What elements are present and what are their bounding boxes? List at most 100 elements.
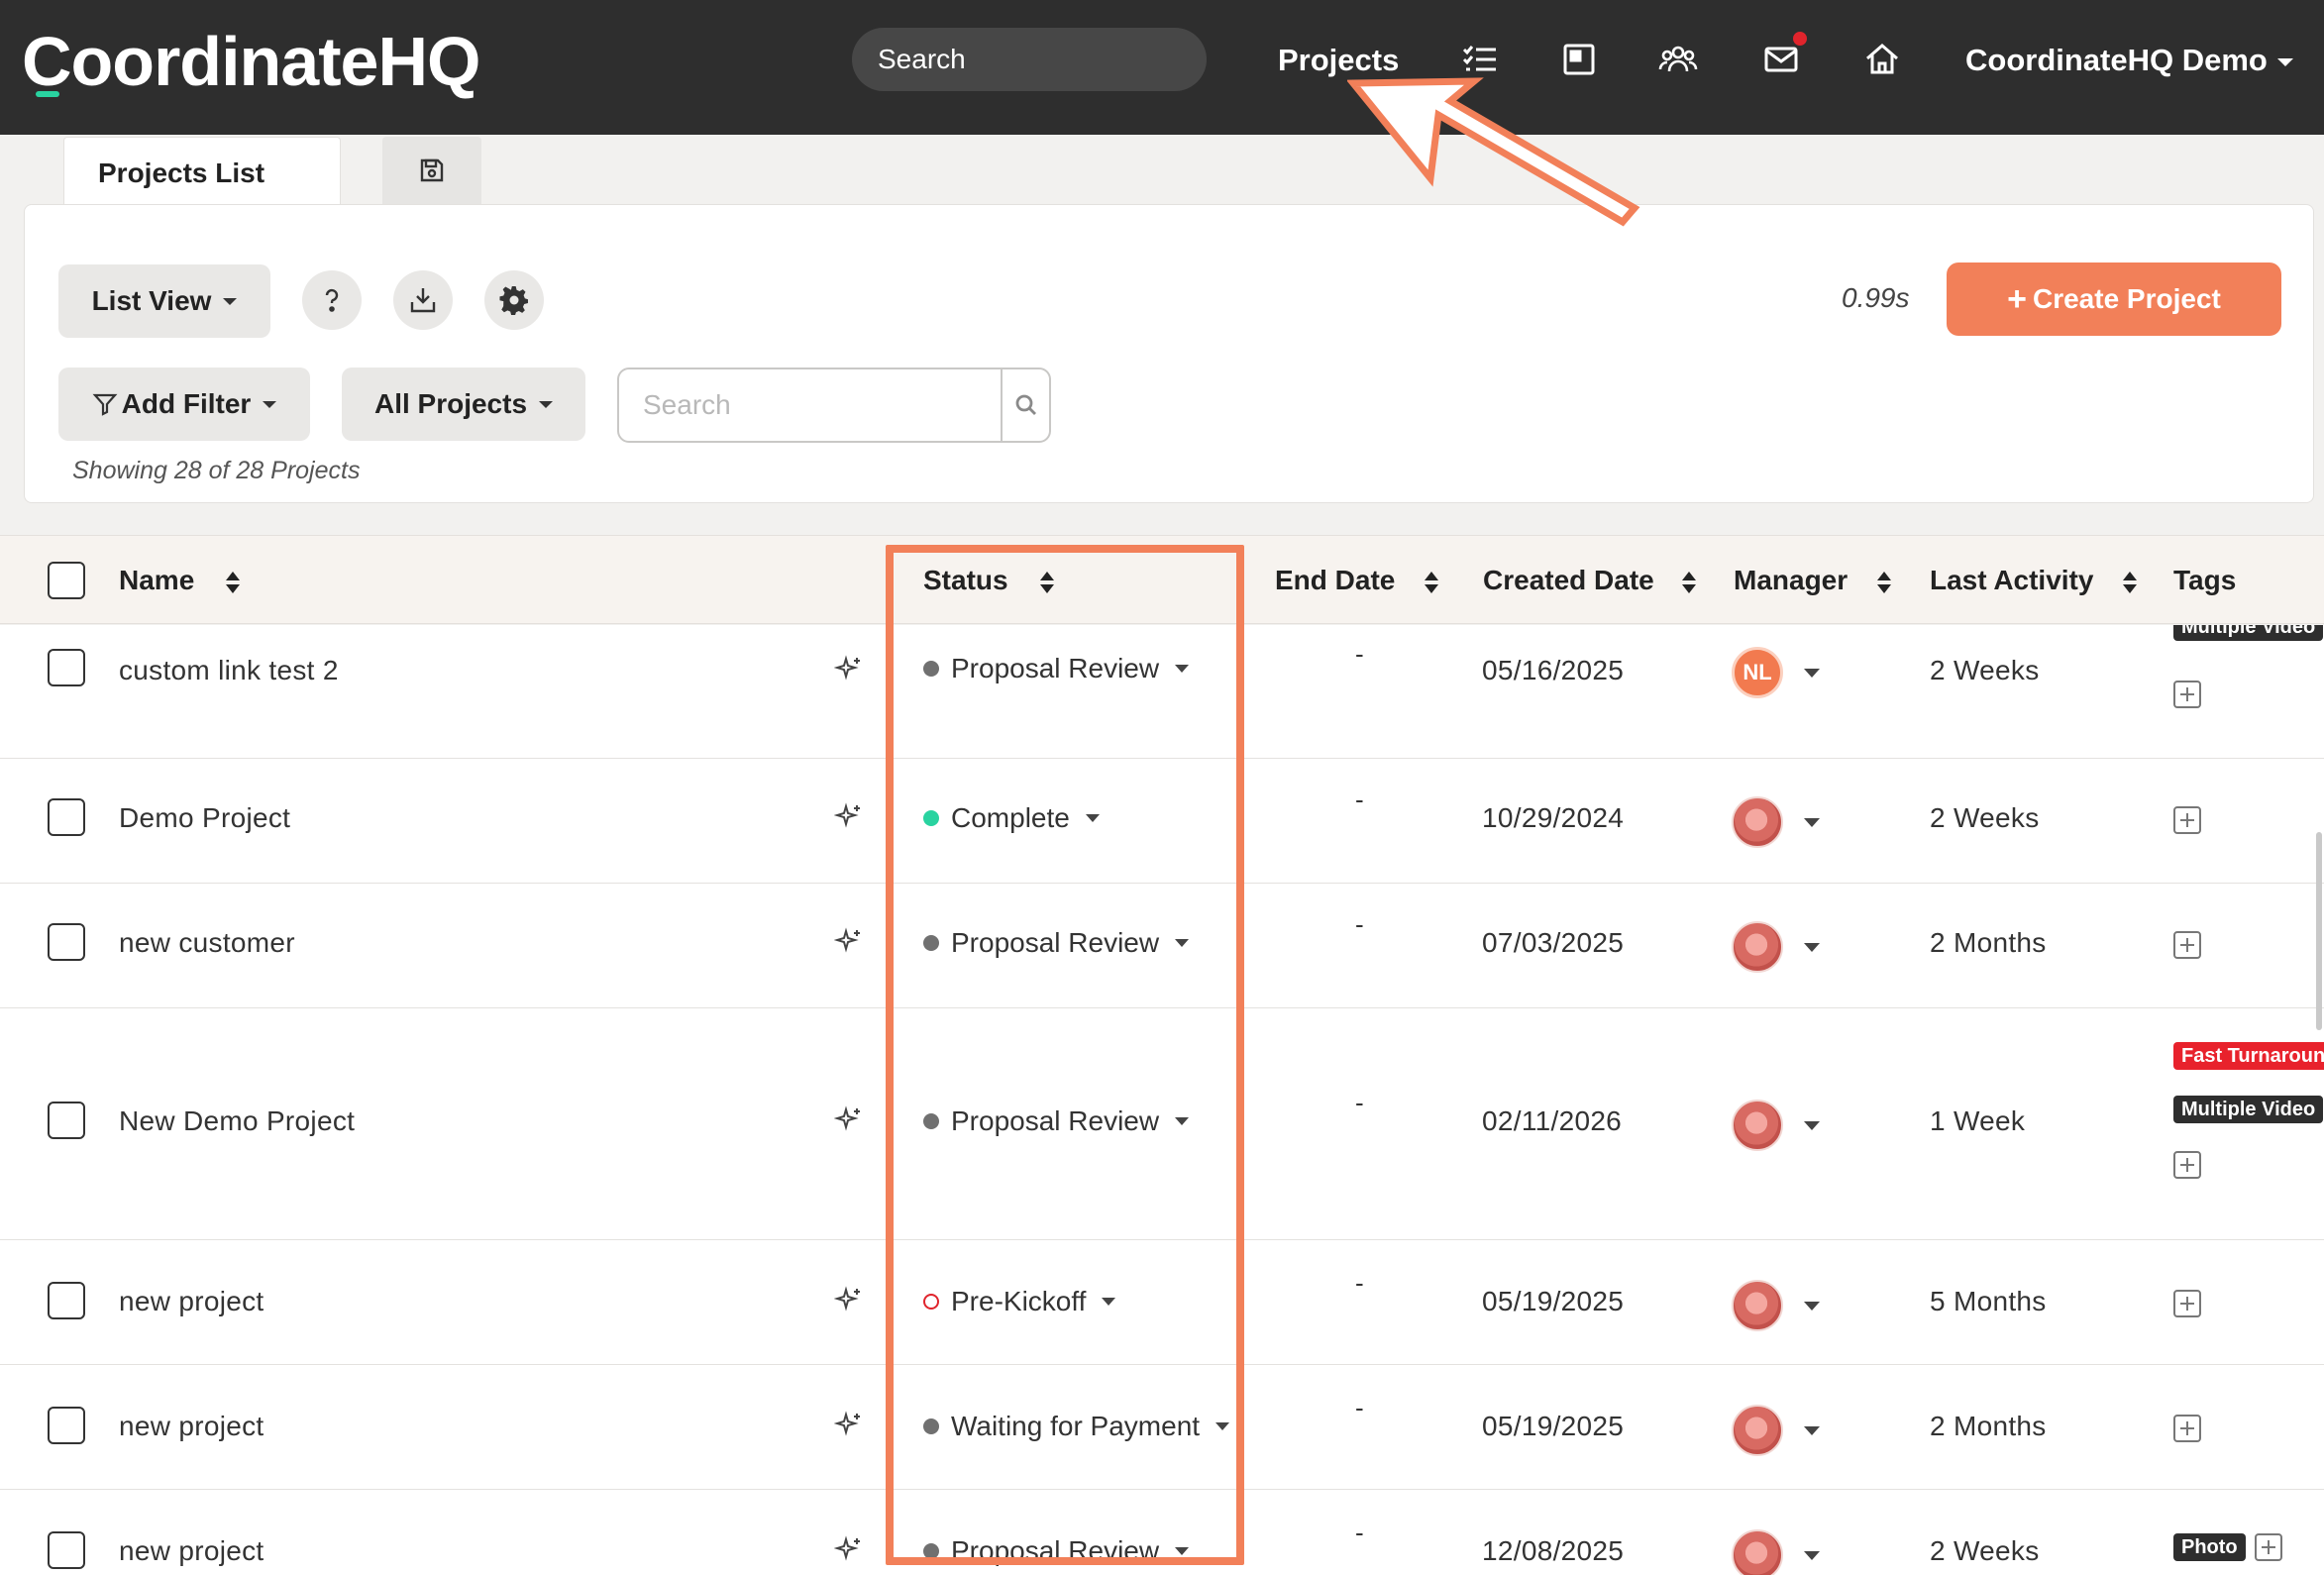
tab-projects-list[interactable]: Projects List [63,137,341,208]
chevron-down-icon[interactable] [1804,1302,1820,1311]
sparkle-icon[interactable] [834,1105,864,1135]
column-header-manager[interactable]: Manager [1734,536,1892,625]
list-view-dropdown[interactable]: List View [58,264,270,338]
row-checkbox[interactable] [48,1282,85,1319]
all-projects-dropdown[interactable]: All Projects [342,368,585,441]
table-row[interactable]: New Demo Project Proposal Review - 02/11… [0,1008,2324,1240]
avatar[interactable] [1732,1100,1783,1151]
sparkle-icon[interactable] [834,1411,864,1440]
nav-projects-link[interactable]: Projects [1278,38,1399,83]
table-row[interactable]: new project Pre-Kickoff - 05/19/2025 5 M… [0,1240,2324,1365]
avatar[interactable] [1732,796,1783,848]
project-name[interactable]: new project [119,1286,264,1317]
status-dropdown[interactable]: Complete [923,802,1100,834]
row-checkbox[interactable] [48,923,85,961]
sort-icon [1681,571,1696,593]
home-icon[interactable] [1862,40,1902,79]
board-icon[interactable] [1559,40,1599,79]
project-name[interactable]: new project [119,1535,264,1567]
end-date: - [1355,1088,1364,1117]
export-button[interactable] [393,270,453,330]
add-tag-icon[interactable] [2173,806,2201,834]
project-name[interactable]: New Demo Project [119,1105,355,1137]
chevron-down-icon[interactable] [1804,1551,1820,1560]
column-header-end-date[interactable]: End Date [1275,536,1439,625]
tab-saved-views[interactable] [382,137,481,204]
help-button[interactable] [302,270,362,330]
chevron-down-icon[interactable] [1804,818,1820,827]
sort-icon [1877,571,1892,593]
tag-badge[interactable]: Fast Turnaround [2173,1042,2324,1070]
last-activity: 2 Months [1930,927,2047,958]
column-header-status[interactable]: Status [923,536,1054,625]
status-dropdown[interactable]: Waiting for Payment [923,1411,1230,1442]
chevron-down-icon[interactable] [1804,943,1820,952]
row-checkbox[interactable] [48,649,85,686]
add-tag-icon[interactable] [2173,1151,2201,1179]
table-row[interactable]: new project Waiting for Payment - 05/19/… [0,1365,2324,1490]
add-tag-icon[interactable] [2173,1415,2201,1442]
avatar[interactable] [1732,921,1783,973]
status-label: Proposal Review [951,653,1160,683]
column-label: Status [923,565,1008,595]
table-row[interactable]: custom link test 2 Proposal Review - 05/… [0,625,2324,759]
row-checkbox[interactable] [48,1531,85,1569]
avatar[interactable] [1732,1405,1783,1456]
tag-badge[interactable]: Photo [2173,1533,2246,1561]
row-checkbox[interactable] [48,1102,85,1139]
sparkle-icon[interactable] [834,655,864,684]
avatar[interactable] [1732,1529,1783,1575]
status-dropdown[interactable]: Pre-Kickoff [923,1286,1116,1317]
table-row[interactable]: new customer Proposal Review - 07/03/202… [0,884,2324,1008]
chevron-down-icon[interactable] [1804,1121,1820,1130]
sparkle-icon[interactable] [834,1286,864,1315]
add-tag-icon[interactable] [2173,1290,2201,1317]
app-logo[interactable]: CoordinateHQ [22,22,480,101]
vertical-scrollbar[interactable] [2316,832,2322,1030]
chevron-down-icon [1175,1117,1190,1125]
row-checkbox[interactable] [48,1407,85,1444]
sparkle-icon[interactable] [834,802,864,832]
settings-button[interactable] [484,270,544,330]
table-row[interactable]: new project Proposal Review - 12/08/2025… [0,1490,2324,1575]
chevron-down-icon[interactable] [1804,669,1820,678]
gear-icon [499,285,528,315]
avatar[interactable]: NL [1732,647,1783,698]
table-row[interactable]: Demo Project Complete - 10/29/2024 2 Wee… [0,759,2324,884]
status-dropdown[interactable]: Proposal Review [923,927,1190,959]
sparkle-icon[interactable] [834,1535,864,1565]
row-checkbox[interactable] [48,798,85,836]
column-header-tags[interactable]: Tags [2173,536,2236,625]
project-search-input[interactable] [619,369,1001,441]
avatar[interactable] [1732,1280,1783,1331]
status-dropdown[interactable]: Proposal Review [923,1535,1190,1567]
sort-icon [1425,571,1439,593]
sparkle-icon[interactable] [834,927,864,957]
chevron-down-icon[interactable] [1804,1426,1820,1435]
global-search-input[interactable]: Search [852,28,1207,91]
tag-badge[interactable]: Multiple Video [2173,1096,2324,1123]
status-label: Proposal Review [951,1105,1160,1136]
team-icon[interactable] [1658,40,1698,79]
tag-badge[interactable]: Multiple Video [2173,625,2324,641]
column-header-last-activity[interactable]: Last Activity [1930,536,2138,625]
project-search-button[interactable] [1001,369,1049,441]
column-header-created-date[interactable]: Created Date [1483,536,1696,625]
add-tag-icon[interactable] [2255,1533,2282,1561]
project-name[interactable]: new project [119,1411,264,1442]
add-filter-button[interactable]: Add Filter [58,368,310,441]
add-tag-icon[interactable] [2173,931,2201,959]
tasks-icon[interactable] [1460,40,1500,79]
select-all-checkbox[interactable] [48,562,85,599]
create-project-button[interactable]: + Create Project [1947,262,2281,336]
project-name[interactable]: custom link test 2 [119,655,339,686]
last-activity: 2 Weeks [1930,655,2040,685]
last-activity: 2 Weeks [1930,802,2040,833]
account-menu[interactable]: CoordinateHQ Demo [1965,38,2293,83]
add-tag-icon[interactable] [2173,681,2201,708]
status-dropdown[interactable]: Proposal Review [923,1105,1190,1137]
project-name[interactable]: Demo Project [119,802,290,834]
project-name[interactable]: new customer [119,927,295,959]
status-dropdown[interactable]: Proposal Review [923,653,1190,684]
column-header-name[interactable]: Name [119,536,241,625]
